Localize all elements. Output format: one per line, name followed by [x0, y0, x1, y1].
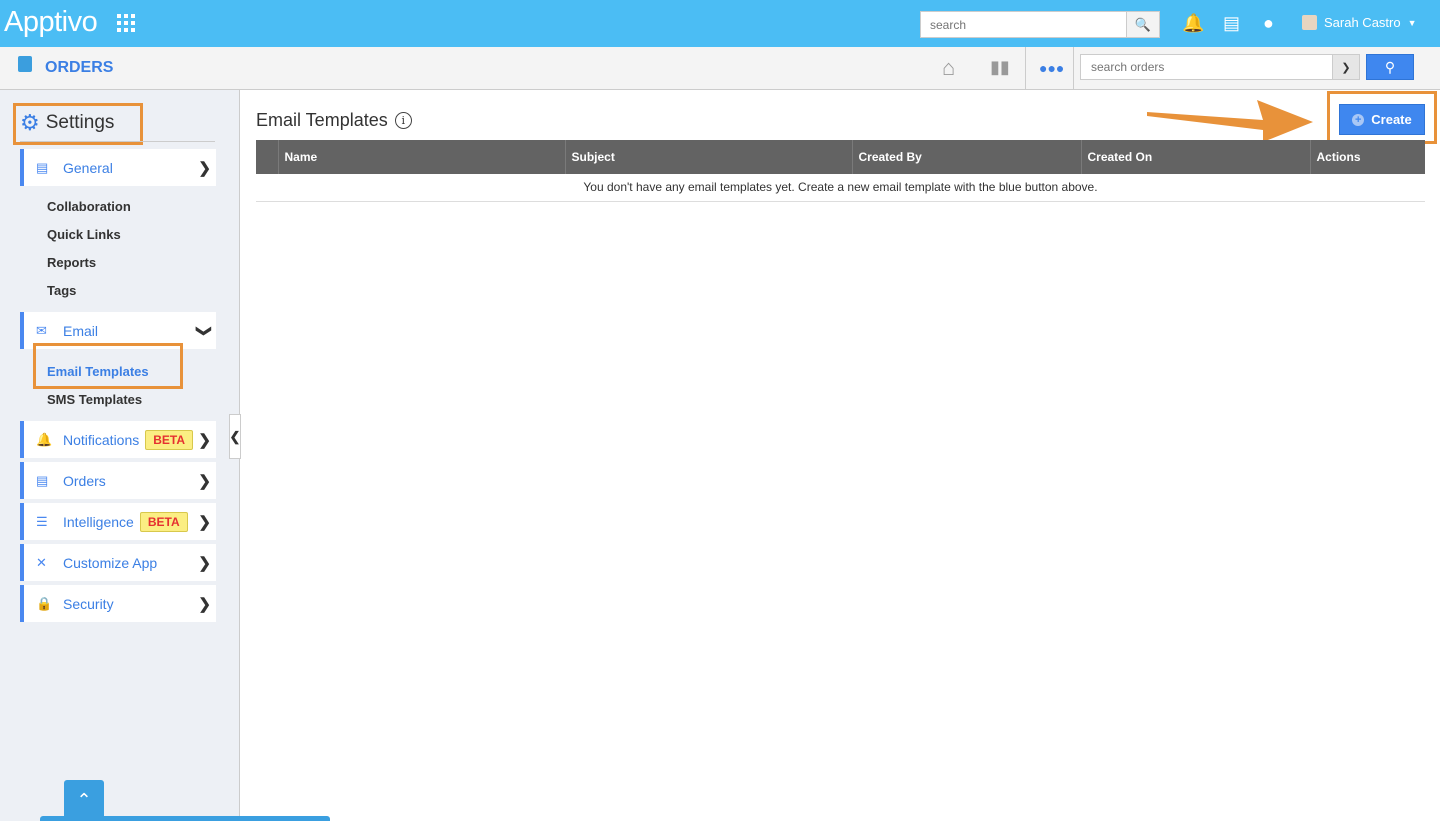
- orders-search: ❯: [1080, 54, 1360, 80]
- settings-sidebar: ⚙ Settings ▤ General ❯ Collaboration Qui…: [0, 90, 240, 821]
- sidebar-subitem-tags[interactable]: Tags: [47, 283, 76, 298]
- orders-icon: ▤: [36, 472, 49, 488]
- sidebar-item-label: Customize App: [63, 554, 158, 571]
- sidebar-item-label: Notifications: [63, 431, 140, 448]
- chart-icon: ☰: [36, 513, 48, 529]
- sidebar-item-label: Email: [63, 322, 99, 339]
- apptivo-logo[interactable]: Apptivo: [4, 6, 98, 39]
- create-button[interactable]: + Create: [1339, 104, 1425, 135]
- plus-icon: +: [1352, 113, 1365, 126]
- sidebar-item-intelligence[interactable]: ☰ Intelligence BETA ❯: [20, 503, 216, 540]
- column-header-subject[interactable]: Subject: [564, 140, 852, 174]
- chevron-down-icon[interactable]: ❯: [1332, 55, 1359, 79]
- sidebar-item-customize-app[interactable]: ✕ Customize App ❯: [20, 544, 216, 581]
- sidebar-item-label: Security: [63, 595, 114, 612]
- tools-icon: ✕: [36, 554, 47, 570]
- orders-search-button[interactable]: ⚲: [1366, 54, 1414, 80]
- chevron-right-icon: ❯: [198, 431, 211, 449]
- sidebar-subitem-collaboration[interactable]: Collaboration: [47, 199, 131, 214]
- contacts-icon[interactable]: ●: [1263, 13, 1274, 34]
- bottom-bar: [40, 816, 330, 821]
- more-icon[interactable]: ●●●: [1039, 60, 1064, 76]
- chevron-right-icon: ❯: [198, 554, 211, 572]
- home-icon[interactable]: ⌂: [942, 55, 955, 81]
- lock-icon: 🔒: [36, 595, 53, 611]
- global-search: 🔍: [920, 11, 1160, 38]
- info-icon[interactable]: i: [394, 112, 412, 129]
- sidebar-subitem-sms-templates[interactable]: SMS Templates: [47, 392, 142, 407]
- chevron-down-icon: ❯: [195, 324, 213, 337]
- shopping-bag-icon: [18, 56, 32, 72]
- sidebar-subitem-quick-links[interactable]: Quick Links: [47, 227, 121, 242]
- sidebar-item-notifications[interactable]: 🔔 Notifications BETA ❯: [20, 421, 216, 458]
- sidebar-item-orders[interactable]: ▤ Orders ❯: [20, 462, 216, 499]
- app-header: ORDERS ⌂ ▮▮ ●●● ❯ ⚲: [0, 47, 1440, 90]
- sidebar-item-label: Intelligence: [63, 513, 134, 530]
- create-label: Create: [1371, 112, 1412, 127]
- store-icon[interactable]: ▤: [1223, 13, 1240, 34]
- app-title[interactable]: ORDERS: [45, 59, 113, 77]
- chevron-right-icon: ❯: [198, 595, 211, 613]
- column-header-select: [256, 140, 278, 174]
- column-header-created-by[interactable]: Created By: [851, 140, 1081, 174]
- avatar: [1302, 15, 1317, 30]
- sidebar-item-label: Orders: [63, 472, 106, 489]
- sidebar-item-security[interactable]: 🔒 Security ❯: [20, 585, 216, 622]
- reports-icon[interactable]: ▮▮: [990, 57, 1010, 78]
- scroll-up-button[interactable]: ⌃: [64, 780, 104, 821]
- monitor-icon: ▤: [36, 159, 49, 175]
- column-header-actions: Actions: [1309, 140, 1425, 174]
- sidebar-item-label: General: [63, 159, 113, 176]
- chevron-right-icon: ❯: [198, 513, 211, 531]
- caret-down-icon: ▼: [1407, 17, 1417, 28]
- envelope-icon: ✉: [36, 322, 47, 338]
- empty-message: You don't have any email templates yet. …: [256, 174, 1425, 202]
- column-header-name[interactable]: Name: [277, 140, 565, 174]
- orders-search-input[interactable]: [1081, 55, 1332, 79]
- bell-icon[interactable]: 🔔: [1182, 13, 1204, 34]
- email-templates-table: Name Subject Created By Created On Actio…: [256, 140, 1425, 202]
- sidebar-item-general[interactable]: ▤ General ❯: [20, 149, 216, 186]
- search-icon[interactable]: 🔍: [1126, 12, 1159, 37]
- bell-icon: 🔔: [36, 431, 53, 447]
- user-menu[interactable]: Sarah Castro ▼: [1302, 15, 1417, 30]
- chevron-right-icon: ❯: [198, 159, 211, 177]
- top-bar: Apptivo 🔍 🔔 ▤ ● Sarah Castro ▼: [0, 0, 1440, 47]
- page-title: Email Templates i: [256, 110, 412, 131]
- beta-badge: BETA: [145, 429, 194, 450]
- app-grid-icon[interactable]: [117, 14, 135, 32]
- arrow-annotation: [1147, 100, 1313, 142]
- global-search-input[interactable]: [921, 12, 1126, 37]
- chevron-right-icon: ❯: [198, 472, 211, 490]
- page-title-text: Email Templates: [256, 110, 388, 130]
- sidebar-subitem-reports[interactable]: Reports: [47, 255, 96, 270]
- beta-badge: BETA: [139, 511, 188, 532]
- collapse-sidebar-button[interactable]: ❮: [229, 414, 241, 459]
- user-name: Sarah Castro: [1324, 15, 1401, 30]
- column-header-created-on[interactable]: Created On: [1080, 140, 1310, 174]
